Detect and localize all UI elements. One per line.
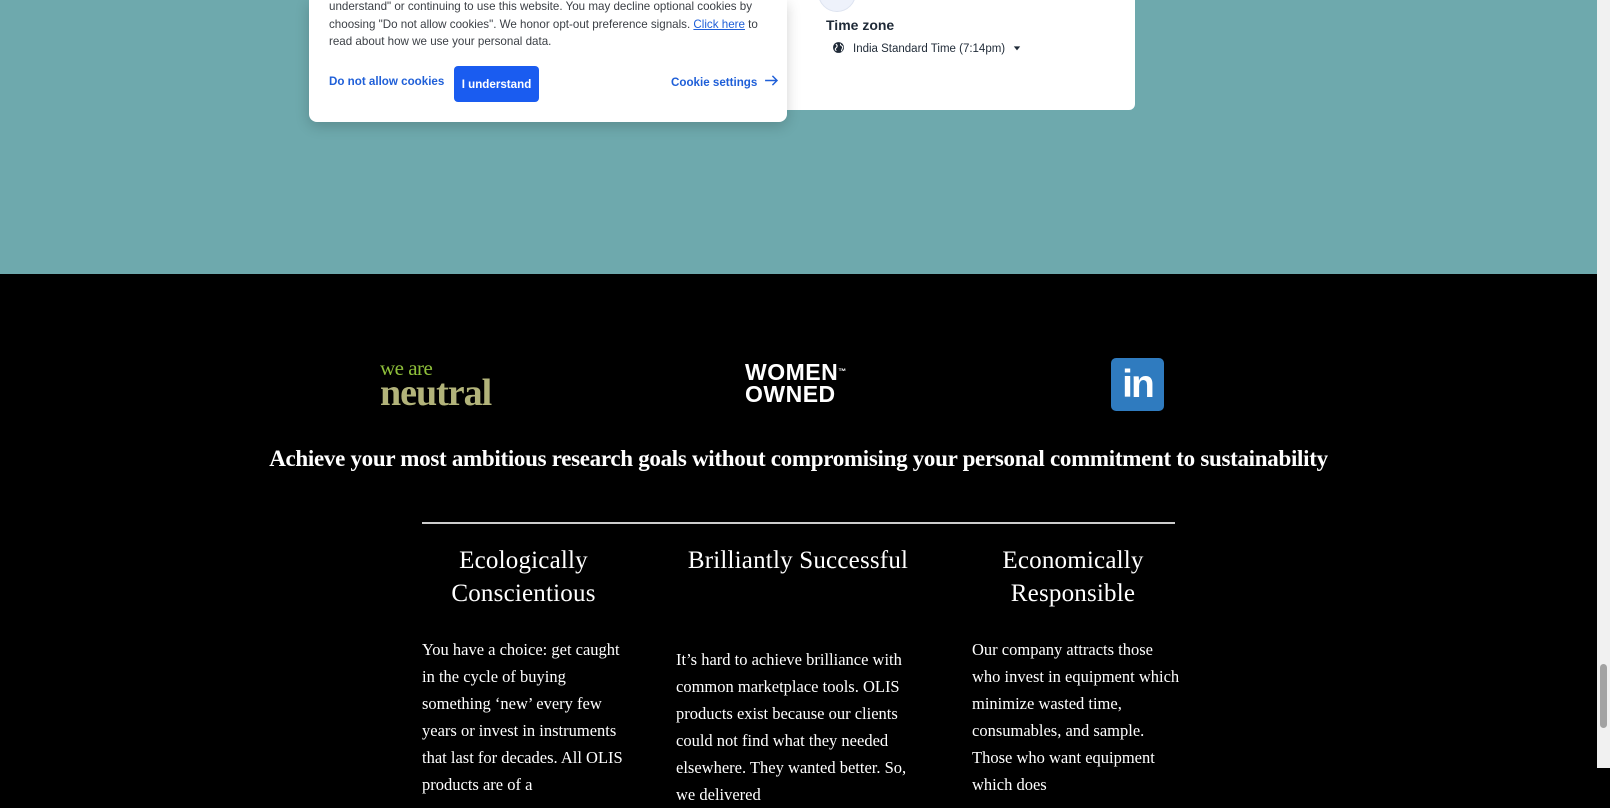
column-heading-brilliant: Brilliantly Successful: [687, 547, 909, 574]
click-here-link[interactable]: Click here: [693, 18, 745, 31]
timezone-value: India Standard Time (7:14pm): [853, 43, 1006, 55]
avatar: [818, 0, 856, 12]
scrollbar[interactable]: [1597, 0, 1610, 768]
women-owned-logo: WOMEN™ OWNED: [745, 359, 847, 407]
cookie-message: understand" or continuing to use this we…: [329, 0, 758, 48]
column-text-economic: Our company attracts those who invest in…: [972, 640, 1180, 794]
column-text-brilliant: It’s hard to achieve brilliance with com…: [676, 650, 907, 804]
cookie-settings-label: Cookie settings: [671, 75, 758, 89]
linkedin-icon[interactable]: in: [1111, 358, 1164, 411]
globe-icon: [832, 41, 845, 57]
scrollbar-thumb[interactable]: [1600, 664, 1607, 728]
scheduler-panel: Time zone India Standard Time (7:14pm): [770, 0, 1135, 110]
column-text-ecological: You have a choice: get caught in the cyc…: [422, 640, 623, 794]
timezone-selector[interactable]: India Standard Time (7:14pm): [832, 41, 1021, 57]
timezone-heading: Time zone: [826, 17, 895, 33]
column-heading-ecological: Ecologically Conscientious: [451, 547, 596, 607]
caret-down-icon: [1013, 43, 1021, 55]
footer-tagline: Achieve your most ambitious research goa…: [269, 446, 1328, 471]
divider: [422, 522, 1175, 524]
i-understand-button[interactable]: I understand: [454, 66, 539, 102]
column-heading-economic: Economically Responsible: [1002, 547, 1144, 607]
do-not-allow-cookies-button[interactable]: Do not allow cookies: [329, 75, 444, 88]
arrow-right-icon: [764, 75, 779, 89]
cookie-banner: understand" or continuing to use this we…: [309, 0, 787, 122]
we-are-neutral-logo: we are neutral: [380, 356, 492, 414]
cookie-settings-button[interactable]: Cookie settings: [671, 75, 779, 89]
